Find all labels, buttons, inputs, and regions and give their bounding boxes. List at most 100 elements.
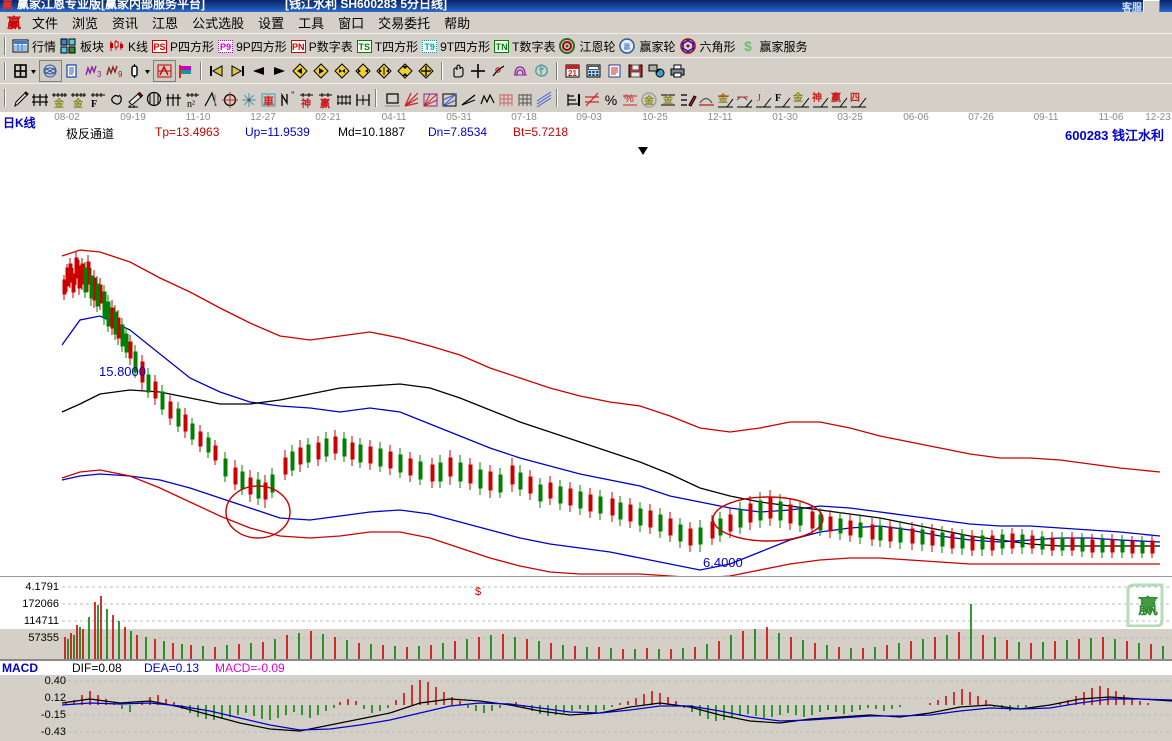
grid-lines-button[interactable] bbox=[162, 88, 181, 108]
zoom-center-button[interactable] bbox=[332, 61, 353, 81]
toolbar-p-number-table-button[interactable]: PN P数字表 bbox=[289, 36, 355, 56]
toolbar-kline-button[interactable]: K线 bbox=[106, 36, 150, 56]
zigzag-button[interactable] bbox=[476, 88, 495, 108]
ladder-steps-button[interactable] bbox=[562, 88, 581, 108]
toolbar-t-square-button[interactable]: TS T四方形 bbox=[355, 36, 420, 56]
ink-pen-button[interactable] bbox=[676, 88, 695, 108]
toolbar-t-number-table-button[interactable]: TN T数字表 bbox=[492, 36, 557, 56]
f-slope-button[interactable]: F bbox=[771, 88, 790, 108]
zoom-left-button[interactable] bbox=[290, 61, 311, 81]
gold-ratio-button[interactable]: 金 bbox=[48, 88, 67, 108]
pen-measure-button[interactable] bbox=[124, 88, 143, 108]
percent-line-button[interactable]: % bbox=[619, 88, 638, 108]
next-button[interactable] bbox=[269, 61, 290, 81]
price-panel[interactable]: 15.8000 6.4000 bbox=[0, 140, 1172, 576]
h-quote-button[interactable]: " bbox=[276, 88, 295, 108]
toolbar-quote-button[interactable]: 行情 bbox=[10, 36, 58, 56]
j-slope-button[interactable]: J bbox=[752, 88, 771, 108]
dropdown-arrow-icon[interactable] bbox=[29, 63, 38, 79]
si-slope-button[interactable]: 四 bbox=[847, 88, 866, 108]
menu-help[interactable]: 帮助 bbox=[437, 14, 477, 33]
target-circle-button[interactable] bbox=[219, 88, 238, 108]
crosshair-button[interactable] bbox=[468, 61, 489, 81]
calculator-button[interactable] bbox=[583, 61, 604, 81]
window-minimize-button[interactable] bbox=[1143, 0, 1160, 12]
star-grid-button[interactable] bbox=[238, 88, 257, 108]
calendar-button[interactable]: 21 bbox=[562, 61, 583, 81]
menu-browse[interactable]: 浏览 bbox=[65, 14, 105, 33]
prev-button[interactable] bbox=[248, 61, 269, 81]
save-button[interactable] bbox=[625, 61, 646, 81]
fib-f-button[interactable]: F bbox=[86, 88, 105, 108]
rect-tool-button[interactable] bbox=[381, 88, 400, 108]
menu-gann[interactable]: 江恩 bbox=[145, 14, 185, 33]
zoom-fit-button[interactable] bbox=[395, 61, 416, 81]
grid-dark-button[interactable] bbox=[514, 88, 533, 108]
gold-slope2-button[interactable]: 金 bbox=[790, 88, 809, 108]
grid-red-button[interactable] bbox=[495, 88, 514, 108]
clipboard-button[interactable] bbox=[61, 61, 82, 81]
notes-button[interactable] bbox=[604, 61, 625, 81]
parallel-button[interactable] bbox=[533, 88, 552, 108]
toolbar-service-button[interactable]: $ 赢家服务 bbox=[738, 36, 810, 56]
menu-tools[interactable]: 工具 bbox=[291, 14, 331, 33]
macd-panel[interactable]: 0.40 0.12 -0.15 -0.43 bbox=[0, 673, 1172, 741]
wave3-button[interactable]: 3 bbox=[82, 61, 103, 81]
fan-red-button[interactable] bbox=[400, 88, 419, 108]
shen-button[interactable]: 神 bbox=[295, 88, 314, 108]
wave9-button[interactable]: 9 bbox=[103, 61, 124, 81]
toolbar-winner-wheel-button[interactable]: 赢 赢家轮 bbox=[617, 36, 677, 56]
percent-fan-button[interactable] bbox=[581, 88, 600, 108]
fan-grid-button[interactable] bbox=[438, 88, 457, 108]
zoom-in-button[interactable] bbox=[374, 61, 395, 81]
arch-slope-button[interactable] bbox=[733, 88, 752, 108]
zoom-move-button[interactable] bbox=[416, 61, 437, 81]
volume-panel[interactable]: $ bbox=[0, 576, 1172, 660]
gann-fan-grid-button[interactable] bbox=[29, 88, 48, 108]
ying-slope-button[interactable]: 赢 bbox=[828, 88, 847, 108]
menu-trade[interactable]: 交易委托 bbox=[371, 14, 437, 33]
brain-button[interactable] bbox=[531, 61, 552, 81]
zoom-cross-button[interactable] bbox=[353, 61, 374, 81]
menu-settings[interactable]: 设置 bbox=[251, 14, 291, 33]
flag-button[interactable] bbox=[175, 61, 196, 81]
column-button[interactable] bbox=[124, 61, 154, 81]
gann-box-button[interactable] bbox=[154, 61, 175, 81]
gold-ratio2-button[interactable]: 金 bbox=[67, 88, 86, 108]
toolbar-blocks-button[interactable]: 板块 bbox=[58, 36, 106, 56]
toolbar-hexagon-button[interactable]: 六角形 bbox=[678, 36, 738, 56]
toolbar-p-square-button[interactable]: PS P四方形 bbox=[150, 36, 216, 56]
arch-line-button[interactable] bbox=[695, 88, 714, 108]
circle-grid-button[interactable] bbox=[143, 88, 162, 108]
angle-a-button[interactable] bbox=[200, 88, 219, 108]
menu-formula-select[interactable]: 公式选股 bbox=[185, 14, 251, 33]
last-page-button[interactable] bbox=[227, 61, 248, 81]
cycle-button[interactable] bbox=[510, 61, 531, 81]
gold-slope-button[interactable]: 金 bbox=[714, 88, 733, 108]
print-button[interactable] bbox=[667, 61, 688, 81]
angle-measure-button[interactable] bbox=[489, 61, 510, 81]
dropdown-arrow-icon[interactable] bbox=[143, 63, 152, 79]
first-page-button[interactable] bbox=[206, 61, 227, 81]
toolbar-9t-square-button[interactable]: T9 9T四方形 bbox=[420, 36, 492, 56]
period-day-button[interactable] bbox=[10, 61, 40, 81]
n2-button[interactable]: n² bbox=[181, 88, 200, 108]
ladder-button[interactable] bbox=[333, 88, 352, 108]
fan-box-button[interactable] bbox=[419, 88, 438, 108]
toolbar-9p-square-button[interactable]: P9 9P四方形 bbox=[216, 36, 289, 56]
network-button[interactable] bbox=[646, 61, 667, 81]
customer-service-button[interactable]: 客服 bbox=[1122, 0, 1142, 12]
chart-area[interactable]: 日K线 08-02 09-19 11-10 12-27 02-21 04-11 … bbox=[0, 112, 1172, 629]
menu-file[interactable]: 文件 bbox=[25, 14, 65, 33]
red-box-button[interactable]: 車 bbox=[257, 88, 276, 108]
spiral-button[interactable] bbox=[105, 88, 124, 108]
ying-button[interactable]: 赢 bbox=[314, 88, 333, 108]
zoom-right-button[interactable] bbox=[311, 61, 332, 81]
menu-window[interactable]: 窗口 bbox=[331, 14, 371, 33]
menu-news[interactable]: 资讯 bbox=[105, 14, 145, 33]
pan-button[interactable] bbox=[447, 61, 468, 81]
shen-slope-button[interactable]: 神 bbox=[809, 88, 828, 108]
gold-line-button[interactable]: 金 bbox=[657, 88, 676, 108]
toolbar-gann-wheel-button[interactable]: 江恩轮 bbox=[557, 36, 617, 56]
angle-line-button[interactable] bbox=[457, 88, 476, 108]
